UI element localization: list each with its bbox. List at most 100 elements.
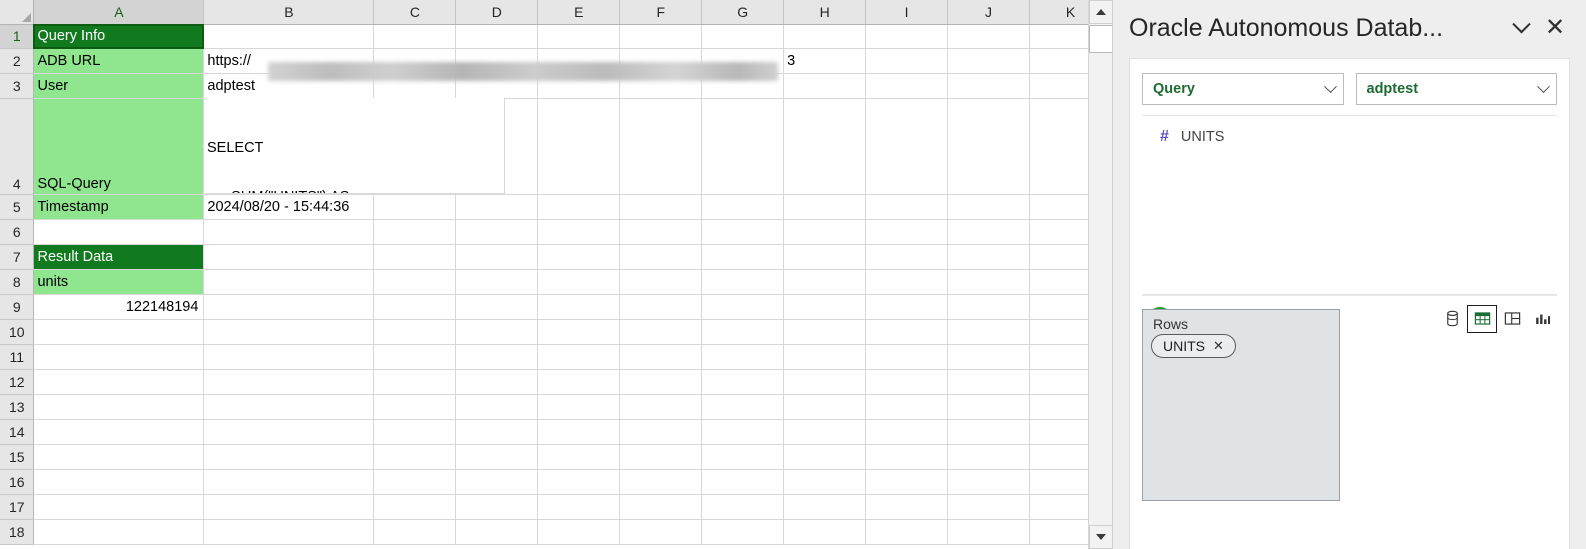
cell-a14[interactable] <box>33 419 205 445</box>
cell-h15[interactable] <box>783 444 867 470</box>
cell-e11[interactable] <box>537 344 621 370</box>
cell-g16[interactable] <box>701 469 785 495</box>
cell-i12[interactable] <box>865 369 949 395</box>
cell-j15[interactable] <box>947 444 1030 470</box>
cell-g10[interactable] <box>701 319 785 345</box>
cell-b11[interactable] <box>203 344 375 370</box>
cell-e18[interactable] <box>537 519 621 545</box>
cell-j5[interactable] <box>947 194 1030 220</box>
cell-d5[interactable] <box>455 194 539 220</box>
task-pane-close-button[interactable]: ✕ <box>1538 11 1572 45</box>
row-header-7[interactable]: 7 <box>0 244 35 270</box>
cell-a10[interactable] <box>33 319 205 345</box>
scroll-up-button[interactable] <box>1089 0 1112 24</box>
column-header-h[interactable]: H <box>783 0 867 25</box>
cell-d8[interactable] <box>455 269 539 295</box>
row-header-6[interactable]: 6 <box>0 219 35 245</box>
cell-a5[interactable]: Timestamp <box>33 194 205 220</box>
row-header-14[interactable]: 14 <box>0 419 35 445</box>
cell-a17[interactable] <box>33 494 205 520</box>
cell-i7[interactable] <box>865 244 949 270</box>
cell-j13[interactable] <box>947 394 1030 420</box>
cell-d12[interactable] <box>455 369 539 395</box>
cell-c14[interactable] <box>373 419 457 445</box>
cell-c1[interactable] <box>373 24 457 49</box>
cell-e17[interactable] <box>537 494 621 520</box>
cell-c18[interactable] <box>373 519 457 545</box>
cell-i6[interactable] <box>865 219 949 245</box>
cell-h8[interactable] <box>783 269 867 295</box>
column-header-a[interactable]: A <box>33 0 205 25</box>
cell-g15[interactable] <box>701 444 785 470</box>
cell-e13[interactable] <box>537 394 621 420</box>
row-header-5[interactable]: 5 <box>0 194 35 220</box>
cell-f7[interactable] <box>619 244 703 270</box>
cell-h14[interactable] <box>783 419 867 445</box>
cell-h16[interactable] <box>783 469 867 495</box>
cell-b14[interactable] <box>203 419 375 445</box>
cell-h1[interactable] <box>783 24 867 49</box>
cell-j11[interactable] <box>947 344 1030 370</box>
column-header-d[interactable]: D <box>455 0 539 25</box>
cell-j8[interactable] <box>947 269 1030 295</box>
cell-g11[interactable] <box>701 344 785 370</box>
cell-i8[interactable] <box>865 269 949 295</box>
cell-h4[interactable] <box>783 98 867 195</box>
cell-a3[interactable]: User <box>33 73 205 99</box>
cell-d15[interactable] <box>455 444 539 470</box>
row-header-16[interactable]: 16 <box>0 469 35 495</box>
cell-a16[interactable] <box>33 469 205 495</box>
cell-g7[interactable] <box>701 244 785 270</box>
cell-a8[interactable]: units <box>33 269 205 295</box>
list-item[interactable]: # UNITS <box>1142 124 1557 150</box>
cell-f9[interactable] <box>619 294 703 320</box>
cell-b17[interactable] <box>203 494 375 520</box>
cell-b10[interactable] <box>203 319 375 345</box>
cell-e1[interactable] <box>537 24 621 49</box>
cell-c9[interactable] <box>373 294 457 320</box>
cell-a13[interactable] <box>33 394 205 420</box>
cell-h2[interactable]: 3 <box>783 48 867 74</box>
cell-a7[interactable]: Result Data <box>33 244 205 270</box>
vertical-scrollbar[interactable] <box>1088 0 1112 549</box>
cell-c5[interactable] <box>373 194 457 220</box>
cell-c12[interactable] <box>373 369 457 395</box>
row-header-13[interactable]: 13 <box>0 394 35 420</box>
cell-i9[interactable] <box>865 294 949 320</box>
cell-h11[interactable] <box>783 344 867 370</box>
column-header-i[interactable]: I <box>865 0 949 25</box>
cell-c7[interactable] <box>373 244 457 270</box>
cell-h17[interactable] <box>783 494 867 520</box>
cell-h5[interactable] <box>783 194 867 220</box>
cell-i15[interactable] <box>865 444 949 470</box>
cell-i10[interactable] <box>865 319 949 345</box>
cell-c8[interactable] <box>373 269 457 295</box>
cell-j12[interactable] <box>947 369 1030 395</box>
cell-h18[interactable] <box>783 519 867 545</box>
cell-f1[interactable] <box>619 24 703 49</box>
cell-a15[interactable] <box>33 444 205 470</box>
column-header-g[interactable]: G <box>701 0 785 25</box>
data-source-view-button[interactable] <box>1437 305 1467 333</box>
cell-h10[interactable] <box>783 319 867 345</box>
cell-a2[interactable]: ADB URL <box>33 48 205 74</box>
cell-b8[interactable] <box>203 269 375 295</box>
task-pane-collapse-button[interactable] <box>1504 11 1538 45</box>
cell-g8[interactable] <box>701 269 785 295</box>
scroll-down-button[interactable] <box>1089 525 1112 549</box>
cell-b16[interactable] <box>203 469 375 495</box>
cell-g1[interactable] <box>701 24 785 49</box>
cell-b13[interactable] <box>203 394 375 420</box>
cell-e8[interactable] <box>537 269 621 295</box>
cell-b15[interactable] <box>203 444 375 470</box>
cell-j9[interactable] <box>947 294 1030 320</box>
cell-j14[interactable] <box>947 419 1030 445</box>
cell-j17[interactable] <box>947 494 1030 520</box>
cell-f14[interactable] <box>619 419 703 445</box>
cell-e5[interactable] <box>537 194 621 220</box>
cell-c13[interactable] <box>373 394 457 420</box>
cell-i17[interactable] <box>865 494 949 520</box>
cell-c10[interactable] <box>373 319 457 345</box>
column-header-c[interactable]: C <box>373 0 457 25</box>
cell-j18[interactable] <box>947 519 1030 545</box>
